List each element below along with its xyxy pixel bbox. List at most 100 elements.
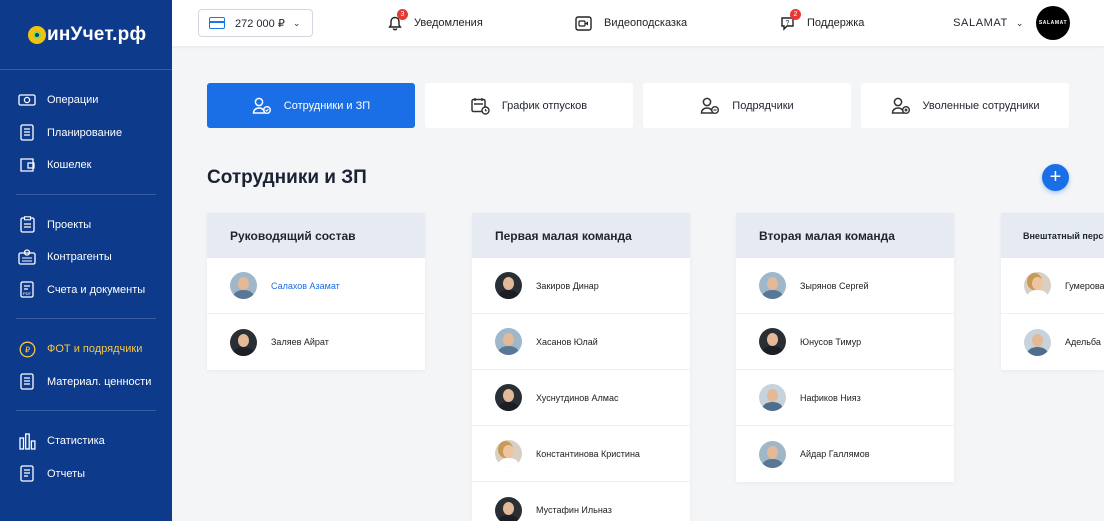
tab[interactable]: График отпусков (425, 83, 633, 128)
balance-value: 272 000 ₽ (235, 17, 285, 30)
sidebar-nav: Операции Планирование Кошелек Проекты Контра… (0, 70, 172, 494)
employee-row[interactable]: Хуснутдинов Алмас (472, 370, 690, 426)
sidebar-item-label: ФОТ и подрядчики (47, 343, 143, 356)
notifications-link[interactable]: 3 Уведомления (388, 0, 483, 46)
employee-avatar (230, 328, 257, 356)
employee-row[interactable]: Нафиков Нияз (736, 370, 954, 426)
add-button[interactable]: + (1042, 164, 1069, 191)
employee-row[interactable]: Адельба (1001, 314, 1104, 370)
tab-label: Сотрудники и ЗП (283, 99, 371, 112)
bell-icon: 3 (388, 8, 408, 31)
employee-avatar (1024, 328, 1051, 356)
support-icon: ? 2 (780, 8, 801, 31)
sidebar-item[interactable]: Контрагенты (0, 241, 172, 274)
employee-name: Заляев Айрат (271, 337, 329, 347)
sidebar-item-label: Счета и документы (47, 283, 146, 296)
balance-selector[interactable]: 272 000 ₽ ⌄ (198, 9, 313, 37)
employee-name: Зырянов Сергей (800, 280, 869, 291)
chevron-down-icon: ⌄ (292, 17, 301, 28)
invoices-icon: PDF (18, 281, 36, 299)
sidebar-item-label: Кошелек (47, 159, 92, 172)
logo[interactable]: инУчет.рф (0, 0, 172, 70)
materials-icon (18, 373, 36, 391)
tab-label: Уволенные сотрудники (922, 99, 1040, 112)
planning-icon (18, 124, 36, 142)
sidebar-item[interactable]: Статистика (0, 425, 172, 458)
employee-row[interactable]: Закиров Динар (472, 258, 690, 314)
sidebar-item-label: Контрагенты (47, 251, 112, 264)
employee-name: Константинова Кристина (536, 448, 640, 459)
team-card: Первая малая команда Закиров Динар Хасанов… (472, 213, 690, 521)
statistics-icon (18, 432, 36, 450)
reports-icon (18, 465, 36, 483)
employee-row[interactable]: Константинова Кристина (472, 426, 690, 482)
sidebar-item-label: Материал. ценности (47, 375, 152, 388)
sidebar-item[interactable]: ₽ ФОТ и подрядчики (0, 333, 172, 366)
employee-row[interactable]: Зырянов Сергей (736, 258, 954, 314)
projects-icon (18, 216, 36, 234)
team-card: Внештатный персонал Гумерова Адельба (1001, 213, 1104, 370)
sidebar-item[interactable]: Операции (0, 84, 172, 117)
notifications-badge: 3 (397, 8, 408, 20)
tab[interactable]: Сотрудники и ЗП (207, 83, 415, 128)
sidebar-item-label: Статистика (47, 435, 105, 448)
vacation-schedule-icon (471, 97, 490, 115)
team-title: Вторая малая команда (736, 213, 954, 258)
employee-avatar (759, 272, 786, 299)
employee-row[interactable]: Мустафин Ильназ (472, 482, 690, 521)
fired-employees-icon (891, 97, 911, 115)
svg-text:?: ? (786, 20, 790, 27)
employee-avatar (230, 272, 257, 299)
contractors-icon (700, 97, 720, 115)
nav-group: Проекты Контрагенты PDF Счета и документы (0, 195, 172, 311)
page-title: Сотрудники и ЗП (207, 167, 367, 188)
employee-avatar (495, 384, 522, 411)
tab[interactable]: Уволенные сотрудники (861, 83, 1069, 128)
sidebar-item-label: Операции (47, 94, 99, 107)
support-link[interactable]: ? 2 Поддержка (780, 0, 864, 46)
tab-label: График отпусков (501, 99, 588, 112)
employee-row[interactable]: Салахов Азамат (207, 258, 425, 314)
avatar: SALAMAT (1036, 6, 1070, 40)
sidebar-item-label: Планирование (47, 126, 123, 139)
employee-avatar (759, 328, 786, 355)
notifications-label: Уведомления (414, 17, 483, 29)
support-label: Поддержка (807, 17, 865, 29)
logo-text: инУчет.рф (47, 23, 147, 45)
employee-row[interactable]: Хасанов Юлай (472, 314, 690, 370)
employee-name: Юнусов Тимур (800, 336, 862, 347)
user-name: SALAMAT (953, 17, 1008, 29)
employee-name: Хасанов Юлай (536, 336, 598, 347)
sidebar-item[interactable]: Отчеты (0, 458, 172, 491)
employee-row[interactable]: Гумерова (1001, 258, 1104, 314)
team-title: Первая малая команда (472, 213, 690, 258)
employee-row[interactable]: Заляев Айрат (207, 314, 425, 370)
employee-name: Нафиков Нияз (800, 392, 861, 403)
sidebar-item[interactable]: Проекты (0, 209, 172, 242)
video-hint-link[interactable]: Видеоподсказка (575, 0, 687, 46)
team-title: Руководящий состав (207, 213, 425, 258)
employee-avatar (759, 440, 786, 468)
section-tabs: Сотрудники и ЗП График отпусков Подрядчики… (207, 83, 1069, 128)
tab[interactable]: Подрядчики (643, 83, 851, 128)
employee-name: Адельба (1065, 337, 1101, 347)
sidebar-item[interactable]: Планирование (0, 117, 172, 150)
employee-row[interactable]: Юнусов Тимур (736, 314, 954, 370)
employee-avatar (759, 384, 786, 411)
employee-name: Хуснутдинов Алмас (536, 392, 619, 403)
employees-icon (252, 97, 272, 115)
nav-group: Операции Планирование Кошелек (0, 70, 172, 186)
user-menu[interactable]: SALAMAT ⌄ SALAMAT (953, 0, 1070, 46)
employee-name: Закиров Динар (536, 280, 599, 291)
support-badge: 2 (790, 8, 801, 20)
sidebar-item[interactable]: PDF Счета и документы (0, 274, 172, 307)
employee-avatar (495, 328, 522, 355)
sidebar-item[interactable]: Материал. ценности (0, 366, 172, 399)
employee-name: Айдар Галлямов (800, 449, 870, 459)
sidebar: инУчет.рф Операции Планирование Кошелек Про… (0, 0, 172, 521)
team-title: Внештатный персонал (1001, 213, 1104, 258)
sidebar-item[interactable]: Кошелек (0, 149, 172, 182)
employee-row[interactable]: Айдар Галлямов (736, 426, 954, 482)
operations-icon (18, 91, 36, 109)
svg-text:₽: ₽ (24, 345, 29, 354)
